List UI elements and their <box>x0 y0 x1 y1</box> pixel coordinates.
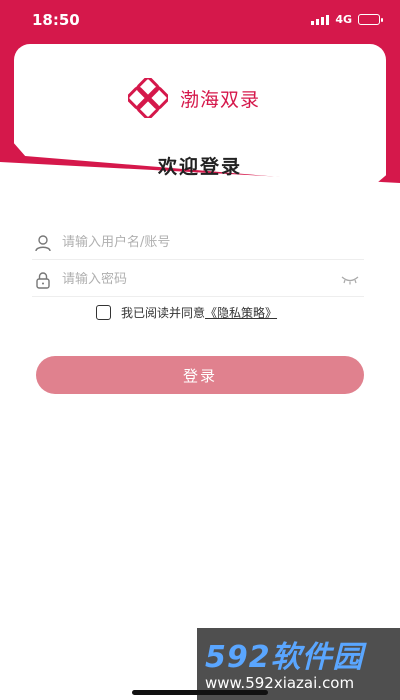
signal-icon <box>311 14 330 25</box>
password-field <box>32 263 364 297</box>
brand: 渤海双录 <box>128 78 260 118</box>
agreement-text: 我已阅读并同意 <box>121 306 206 320</box>
lock-icon <box>36 271 50 289</box>
status-bar: 18:50 4G <box>0 0 400 44</box>
knot-logo-icon <box>128 78 168 118</box>
watermark-title: 592软件园 <box>205 640 364 675</box>
privacy-policy-link[interactable]: 《隐私策略》 <box>205 306 277 320</box>
agreement-checkbox[interactable] <box>96 305 111 320</box>
status-time: 18:50 <box>32 11 80 29</box>
network-type: 4G <box>335 13 352 26</box>
username-input[interactable] <box>62 235 364 250</box>
username-field <box>32 226 364 260</box>
eye-closed-icon[interactable] <box>340 274 360 286</box>
home-indicator <box>132 690 268 695</box>
battery-icon <box>358 14 383 25</box>
login-button[interactable]: 登录 <box>36 356 364 394</box>
brand-name: 渤海双录 <box>180 88 261 111</box>
agreement-row: 我已阅读并同意《隐私策略》 <box>96 304 277 321</box>
page-title: 欢迎登录 <box>157 156 242 178</box>
password-input[interactable] <box>62 272 340 287</box>
status-indicators: 4G <box>311 13 383 26</box>
user-icon <box>35 234 51 251</box>
